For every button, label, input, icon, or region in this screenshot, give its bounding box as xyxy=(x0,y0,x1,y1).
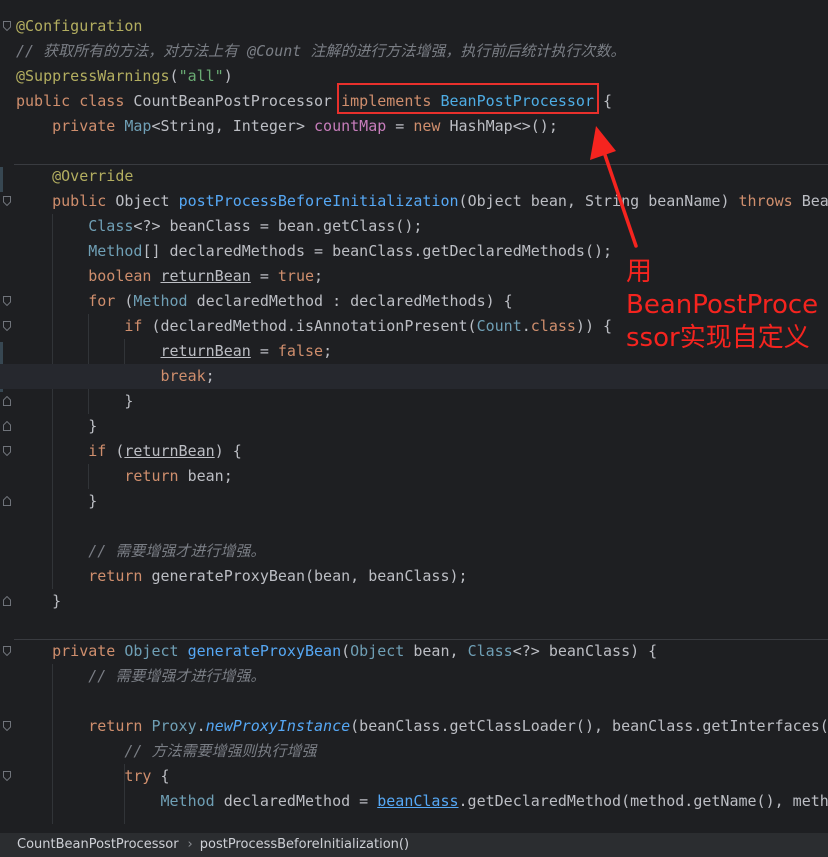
breadcrumb-method[interactable]: postProcessBeforeInitialization() xyxy=(200,833,409,856)
code-editor[interactable]: @Configuration // 获取所有的方法，对方法上有 @Count 注… xyxy=(0,0,828,832)
annotation-line: BeanPostProce xyxy=(626,290,819,320)
annotation-line: ssor实现自定义 xyxy=(626,323,810,353)
breadcrumb-class[interactable]: CountBeanPostProcessor xyxy=(0,833,179,856)
annotation-callout: 用 BeanPostProce ssor实现自定义 xyxy=(626,256,828,355)
chevron-right-icon: › xyxy=(187,837,193,852)
annotation-line: 用 xyxy=(626,257,653,287)
breadcrumb: CountBeanPostProcessor › postProcessBefore… xyxy=(0,832,828,857)
annotation-arrow-icon xyxy=(590,126,638,248)
